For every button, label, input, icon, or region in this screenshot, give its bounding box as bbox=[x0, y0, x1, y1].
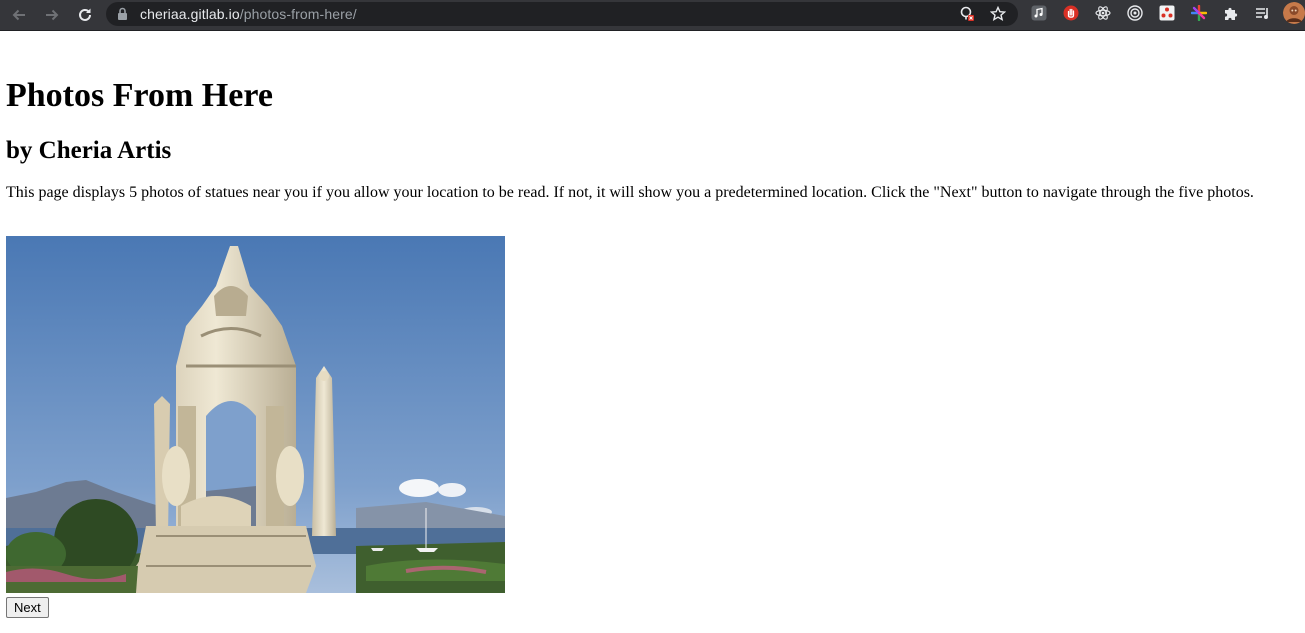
music-extension-icon[interactable] bbox=[1030, 4, 1048, 22]
pinwheel-extension-icon[interactable] bbox=[1190, 4, 1208, 22]
browser-toolbar: cheriaa.gitlab.io/photos-from-here/ bbox=[0, 0, 1305, 31]
page-description: This page displays 5 photos of statues n… bbox=[6, 184, 1254, 201]
puzzle-extensions-icon[interactable] bbox=[1222, 4, 1240, 22]
page-subtitle: by Cheria Artis bbox=[6, 137, 172, 164]
reload-icon[interactable] bbox=[73, 3, 97, 27]
profile-avatar[interactable] bbox=[1283, 2, 1305, 24]
url-host: cheriaa.gitlab.io bbox=[140, 6, 240, 22]
target-extension-icon[interactable] bbox=[1126, 4, 1144, 22]
reading-list-icon[interactable] bbox=[1254, 4, 1272, 22]
next-button[interactable]: Next bbox=[6, 597, 49, 618]
react-devtools-icon[interactable] bbox=[1094, 4, 1112, 22]
url-text[interactable]: cheriaa.gitlab.io/photos-from-here/ bbox=[140, 5, 357, 23]
lock-icon[interactable] bbox=[117, 7, 128, 25]
statue-photo bbox=[6, 236, 505, 593]
address-bar[interactable]: cheriaa.gitlab.io/photos-from-here/ bbox=[106, 2, 1018, 26]
stop-hand-extension-icon[interactable] bbox=[1062, 4, 1080, 22]
forward-arrow-icon[interactable] bbox=[40, 3, 64, 27]
bookmark-star-icon[interactable] bbox=[989, 5, 1007, 23]
page-title: Photos From Here bbox=[6, 77, 273, 114]
site-blocked-icon[interactable] bbox=[958, 5, 976, 23]
grid-extension-icon[interactable] bbox=[1158, 4, 1176, 22]
back-arrow-icon[interactable] bbox=[7, 3, 31, 27]
url-path: /photos-from-here/ bbox=[239, 6, 357, 22]
